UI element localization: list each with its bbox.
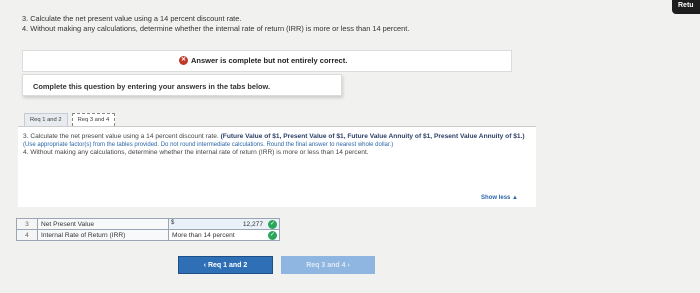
npv-input[interactable]: $ 12,277 ✓ xyxy=(168,218,280,230)
table-row: 4 Internal Rate of Return (IRR) More tha… xyxy=(16,229,280,241)
question-text: 3. Calculate the net present value using… xyxy=(22,14,409,34)
status-message: ✕ Answer is complete but not entirely co… xyxy=(179,56,347,65)
answer-table: 3 Net Present Value $ 12,277 ✓ 4 Interna… xyxy=(16,218,280,241)
panel-part-4: 4. Without making any calculations, dete… xyxy=(23,149,369,157)
prev-tab-button[interactable]: ‹ Req 1 and 2 xyxy=(178,256,273,274)
return-button[interactable]: Retu xyxy=(672,0,700,14)
show-less-link[interactable]: Show less ▲ xyxy=(481,195,518,201)
status-text: Answer is complete but not entirely corr… xyxy=(191,56,348,65)
panel-hint: (Use appropriate factor(s) from the tabl… xyxy=(23,141,394,148)
table-row: 3 Net Present Value $ 12,277 ✓ xyxy=(16,218,280,230)
panel-instructions: 3. Calculate the net present value using… xyxy=(23,133,533,157)
status-bar: ✕ Answer is complete but not entirely co… xyxy=(22,50,512,72)
check-circle-icon: ✓ xyxy=(268,231,277,240)
check-circle-icon: ✓ xyxy=(268,220,277,229)
irr-value: More than 14 percent xyxy=(172,231,235,239)
x-circle-icon: ✕ xyxy=(179,56,188,65)
requirement-tabs: Req 1 and 2 Req 3 and 4 xyxy=(24,113,116,126)
row-label: Internal Rate of Return (IRR) xyxy=(37,229,169,241)
tab-req-3-and-4[interactable]: Req 3 and 4 xyxy=(71,113,116,126)
row-number: 4 xyxy=(16,229,38,241)
row-number: 3 xyxy=(16,218,38,230)
npv-value: 12,277 xyxy=(242,221,263,228)
instruction-bar: Complete this question by entering your … xyxy=(22,74,342,96)
question-line-3: 3. Calculate the net present value using… xyxy=(22,14,242,23)
irr-select[interactable]: More than 14 percent ✓ xyxy=(168,229,280,241)
requirement-panel: 3. Calculate the net present value using… xyxy=(18,126,536,207)
next-tab-button[interactable]: Req 3 and 4 › xyxy=(281,256,375,274)
question-line-4: 4. Without making any calculations, dete… xyxy=(22,24,410,33)
row-label: Net Present Value xyxy=(37,218,169,230)
panel-factor-tables: (Future Value of $1, Present Value of $1… xyxy=(220,133,525,140)
instruction-text: Complete this question by entering your … xyxy=(33,82,271,91)
currency-symbol: $ xyxy=(171,220,175,226)
panel-part-3: 3. Calculate the net present value using… xyxy=(23,133,219,140)
tab-req-1-and-2[interactable]: Req 1 and 2 xyxy=(24,113,68,126)
